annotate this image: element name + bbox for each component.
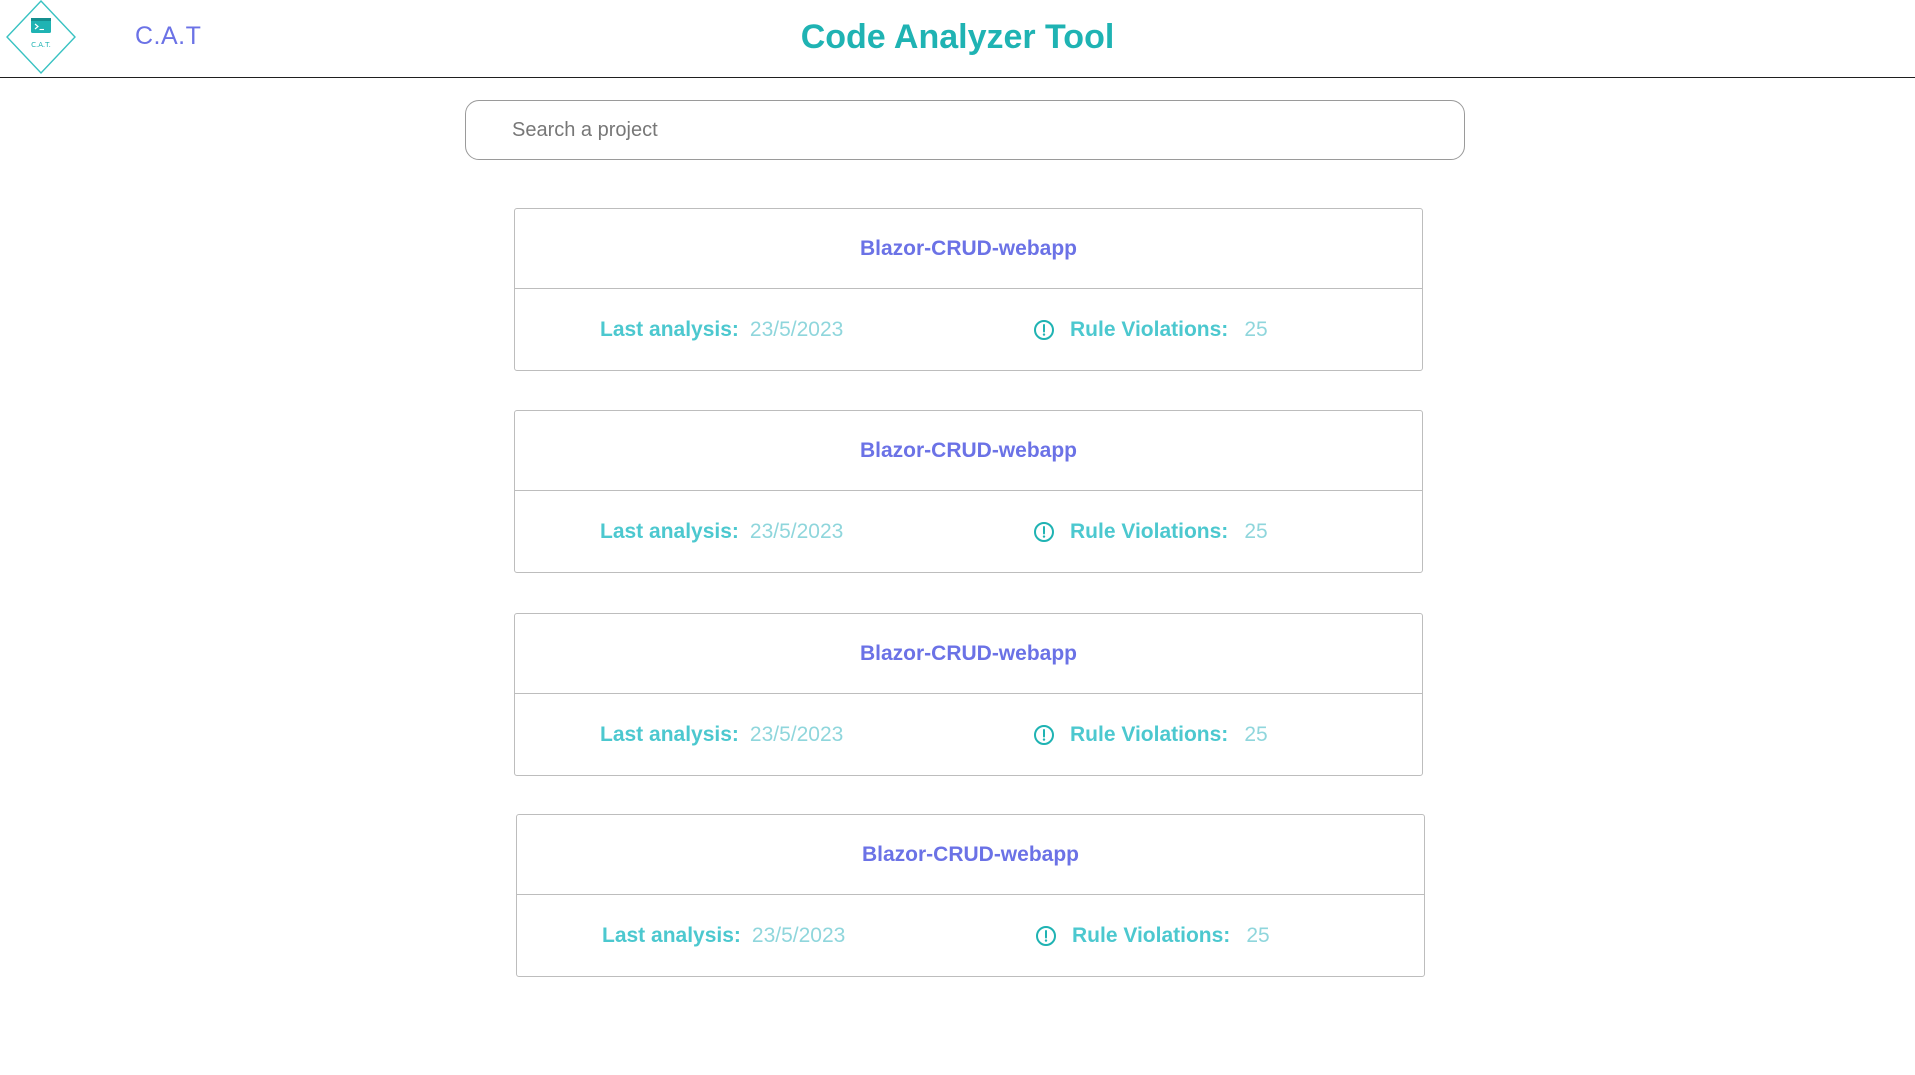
search-input[interactable] (465, 100, 1465, 160)
rule-violations: Rule Violations: 25 (1033, 723, 1268, 747)
rule-violations-count: 25 (1244, 723, 1268, 746)
project-meta: Last analysis: 23/5/2023 Rule Violations… (515, 491, 1422, 572)
rule-violations-count: 25 (1246, 924, 1270, 947)
alert-circle-icon (1034, 522, 1054, 542)
project-card[interactable]: Blazor-CRUD-webapp Last analysis: 23/5/2… (514, 208, 1423, 371)
project-card[interactable]: Blazor-CRUD-webapp Last analysis: 23/5/2… (516, 814, 1425, 977)
alert-circle-icon (1036, 926, 1056, 946)
last-analysis-label: Last analysis: (602, 924, 741, 947)
last-analysis-date: 23/5/2023 (749, 723, 844, 746)
last-analysis-label: Last analysis: (600, 723, 739, 746)
last-analysis-date: 23/5/2023 (751, 924, 846, 947)
project-name[interactable]: Blazor-CRUD-webapp (517, 815, 1424, 895)
rule-violations: Rule Violations: 25 (1035, 924, 1270, 948)
rule-violations: Rule Violations: 25 (1033, 318, 1268, 342)
project-name[interactable]: Blazor-CRUD-webapp (515, 411, 1422, 491)
project-name[interactable]: Blazor-CRUD-webapp (515, 209, 1422, 289)
app-header: C.A.T. C.A.T Code Analyzer Tool (0, 0, 1915, 78)
alert-circle-icon (1034, 725, 1054, 745)
project-meta: Last analysis: 23/5/2023 Rule Violations… (515, 694, 1422, 775)
last-analysis: Last analysis: 23/5/2023 (602, 924, 845, 948)
rule-violations-label: Rule Violations: (1070, 723, 1229, 746)
project-meta: Last analysis: 23/5/2023 Rule Violations… (517, 895, 1424, 976)
project-card[interactable]: Blazor-CRUD-webapp Last analysis: 23/5/2… (514, 613, 1423, 776)
last-analysis: Last analysis: 23/5/2023 (600, 318, 843, 342)
last-analysis-label: Last analysis: (600, 318, 739, 341)
last-analysis: Last analysis: 23/5/2023 (600, 520, 843, 544)
last-analysis-date: 23/5/2023 (749, 520, 844, 543)
last-analysis-label: Last analysis: (600, 520, 739, 543)
rule-violations-label: Rule Violations: (1070, 318, 1229, 341)
rule-violations: Rule Violations: 25 (1033, 520, 1268, 544)
rule-violations-count: 25 (1244, 520, 1268, 543)
project-card[interactable]: Blazor-CRUD-webapp Last analysis: 23/5/2… (514, 410, 1423, 573)
alert-circle-icon (1034, 320, 1054, 340)
last-analysis: Last analysis: 23/5/2023 (600, 723, 843, 747)
project-meta: Last analysis: 23/5/2023 Rule Violations… (515, 289, 1422, 370)
rule-violations-count: 25 (1244, 318, 1268, 341)
rule-violations-label: Rule Violations: (1070, 520, 1229, 543)
page-title: Code Analyzer Tool (800, 18, 1115, 56)
last-analysis-date: 23/5/2023 (749, 318, 844, 341)
project-name[interactable]: Blazor-CRUD-webapp (515, 614, 1422, 694)
rule-violations-label: Rule Violations: (1072, 924, 1231, 947)
